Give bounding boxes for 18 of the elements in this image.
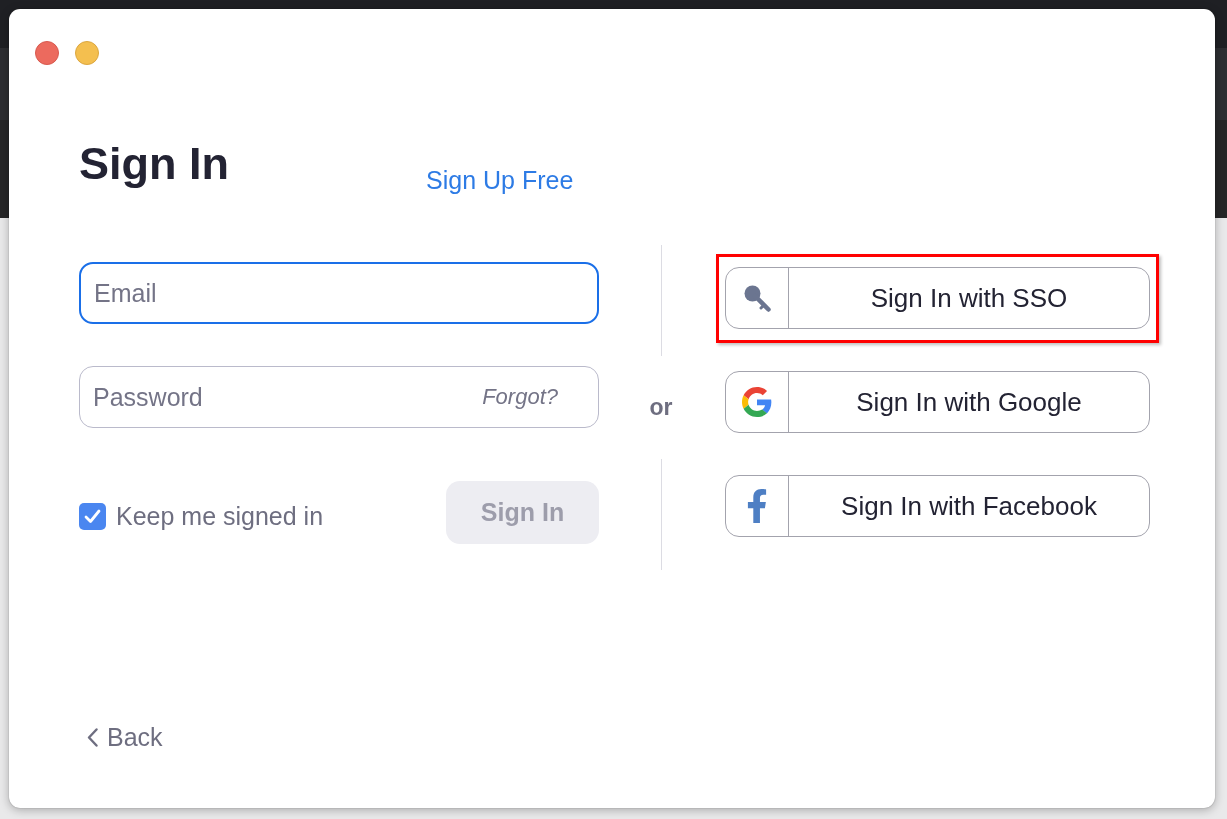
sign-in-title: Sign In	[79, 138, 229, 190]
key-icon	[743, 284, 771, 312]
keep-signed-in-checkbox[interactable]	[79, 503, 106, 530]
keep-signed-in-label: Keep me signed in	[116, 502, 324, 531]
forgot-password-link[interactable]: Forgot?	[482, 384, 558, 410]
back-link[interactable]: Back	[87, 722, 163, 752]
email-field[interactable]: Email	[79, 262, 599, 324]
minimize-button[interactable]	[75, 41, 99, 65]
check-icon	[84, 509, 101, 524]
chevron-left-icon	[87, 727, 98, 747]
password-field[interactable]: Password Forgot?	[79, 366, 599, 428]
sign-up-link[interactable]: Sign Up Free	[426, 165, 574, 195]
google-logo-icon	[742, 387, 772, 417]
google-sign-in-button[interactable]: Sign In with Google	[725, 371, 1150, 433]
close-button[interactable]	[35, 41, 59, 65]
facebook-sign-in-button[interactable]: Sign In with Facebook	[725, 475, 1150, 537]
or-separator-label: or	[649, 394, 673, 421]
sso-sign-in-button[interactable]: Sign In with SSO	[725, 267, 1150, 329]
